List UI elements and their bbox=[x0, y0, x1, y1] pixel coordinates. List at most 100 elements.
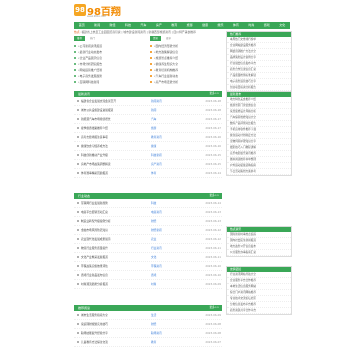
item-category[interactable]: 科技 bbox=[151, 199, 181, 207]
bullet-icon bbox=[77, 118, 79, 120]
list-item[interactable]: 房地产市场政策调整解读 房产资讯 2023-06-15 bbox=[74, 160, 222, 169]
item-title[interactable]: 城市公共设施建设进展报道 bbox=[74, 106, 151, 114]
topbox-tab[interactable]: 更多 bbox=[163, 36, 174, 41]
item-title[interactable]: 健康饮食习惯养成方法 bbox=[74, 142, 151, 150]
list-item[interactable]: 环保政策实施效果评估 环保资讯 2023-06-10 bbox=[74, 262, 222, 271]
list-item[interactable]: 时尚潮流趋势分析报道 时尚 2023-06-09 bbox=[74, 280, 222, 289]
list-item[interactable]: 文化产业繁荣发展报道 文化 2023-06-11 bbox=[74, 253, 222, 262]
item-title[interactable]: 高考志愿填报注意事项 bbox=[74, 133, 151, 141]
nav-item-5[interactable]: 房产 bbox=[151, 22, 166, 29]
list-item[interactable]: 夏季旅游线路推荐介绍 旅游 2023-06-17 bbox=[74, 124, 222, 133]
item-title[interactable]: 房地产市场政策调整解读 bbox=[74, 160, 151, 168]
item-category[interactable]: 新闻 bbox=[151, 106, 181, 114]
item-title[interactable]: 物流行业服务质量提升 bbox=[74, 244, 151, 252]
nav-item-6[interactable]: 教育 bbox=[167, 22, 182, 29]
item-title[interactable]: 游戏行业新品发布信息 bbox=[74, 271, 151, 279]
item-category[interactable]: 电商资讯 bbox=[151, 208, 181, 216]
item-title[interactable]: 夏季旅游线路推荐介绍 bbox=[74, 124, 151, 132]
item-title[interactable]: 金融市场风险防范知识 bbox=[74, 226, 151, 234]
item-title[interactable]: 科技创新推动产业升级 bbox=[74, 151, 151, 159]
list-item[interactable]: 物流行业服务质量提升 行业资讯 2023-06-11 bbox=[74, 244, 222, 253]
item-category[interactable]: 财经 bbox=[151, 320, 181, 328]
list-item[interactable]: 电商平台促销活动汇总 电商资讯 2023-06-13 bbox=[74, 208, 222, 217]
item-title[interactable]: 福建省企业发展交流会议召开 bbox=[74, 97, 151, 105]
item-category[interactable]: 环保资讯 bbox=[151, 262, 181, 270]
sidebar-link[interactable]: 公共服务办事指南汇总 bbox=[227, 250, 291, 256]
topbox-tab[interactable]: 热门 bbox=[87, 36, 98, 41]
topbox-link[interactable]: •房产市场走势分析 bbox=[150, 79, 222, 85]
item-title[interactable]: 电商平台促销活动汇总 bbox=[74, 208, 151, 216]
list-item[interactable]: 金融市场风险防范知识 财经新闻 2023-06-12 bbox=[74, 226, 222, 235]
site-logo[interactable]: 98 98百翔 www.98bx.com bbox=[74, 2, 124, 20]
nav-item-10[interactable]: 体育 bbox=[228, 22, 243, 29]
item-title[interactable]: 互联网行业发展新趋势 bbox=[74, 199, 151, 207]
item-title[interactable]: 文化产业繁荣发展报道 bbox=[74, 253, 151, 261]
item-title[interactable]: 时尚潮流趋势分析报道 bbox=[74, 280, 151, 288]
section-more-link[interactable]: 更多>> bbox=[209, 193, 219, 199]
item-title[interactable]: 环保政策实施效果评估 bbox=[74, 262, 151, 270]
list-item[interactable]: 新能源汽车市场持续增长 汽车 2023-06-17 bbox=[74, 115, 222, 124]
nav-item-11[interactable]: 时尚 bbox=[244, 22, 259, 29]
main-nav: 首页 新闻 财经 科技 汽车 房产 教育 旅游 健康 娱乐 体育 时尚 游戏 文化 bbox=[74, 22, 290, 29]
list-item[interactable]: 互联网行业发展新趋势 科技 2023-06-14 bbox=[74, 199, 222, 208]
list-item[interactable]: 游戏行业新品发布信息 游戏 2023-06-10 bbox=[74, 271, 222, 280]
item-title[interactable]: 儿童教育方法探讨交流 bbox=[74, 338, 151, 346]
item-category[interactable]: 农业 bbox=[151, 235, 181, 243]
list-item[interactable]: 城市生活服务指南大全 生活 2023-06-09 bbox=[74, 311, 222, 320]
item-title[interactable]: 制造业转型升级案例分析 bbox=[74, 217, 151, 225]
item-title[interactable]: 城市生活服务指南大全 bbox=[74, 311, 151, 319]
list-item[interactable]: 儿童教育方法探讨交流 教育 2023-06-07 bbox=[74, 338, 222, 347]
nav-item-12[interactable]: 游戏 bbox=[259, 22, 274, 29]
nav-item-9[interactable]: 娱乐 bbox=[213, 22, 228, 29]
nav-item-13[interactable]: 文化 bbox=[274, 22, 289, 29]
item-category[interactable]: 教育资讯 bbox=[151, 133, 181, 141]
item-category[interactable]: 科技新闻 bbox=[151, 151, 181, 159]
item-category[interactable]: 游戏 bbox=[151, 271, 181, 279]
list-item[interactable]: 高考志愿填报注意事项 教育资讯 2023-06-16 bbox=[74, 133, 222, 142]
list-item[interactable]: 家庭理财规划实用技巧 财经 2023-06-08 bbox=[74, 320, 222, 329]
item-category[interactable]: 汽车 bbox=[151, 115, 181, 123]
sidebar-link[interactable]: 节日活动策划方案参考 bbox=[227, 169, 291, 175]
nav-item-1[interactable]: 新闻 bbox=[89, 22, 104, 29]
item-category[interactable]: 财经 bbox=[151, 217, 181, 225]
item-category[interactable]: 职场资讯 bbox=[151, 329, 181, 337]
topbox-tab[interactable]: 资讯 bbox=[150, 36, 162, 41]
item-category[interactable]: 生活 bbox=[151, 311, 181, 319]
item-category[interactable]: 房产资讯 bbox=[151, 160, 181, 168]
list-item[interactable]: 城市公共设施建设进展报道 新闻 2023-06-18 bbox=[74, 106, 222, 115]
nav-item-3[interactable]: 科技 bbox=[120, 22, 135, 29]
list-item[interactable]: 科技创新推动产业升级 科技新闻 2023-06-15 bbox=[74, 151, 222, 160]
item-title[interactable]: 家庭理财规划实用技巧 bbox=[74, 320, 151, 328]
item-title[interactable]: 体育赛事精彩回顾报道 bbox=[74, 169, 151, 177]
list-item[interactable]: 制造业转型升级案例分析 财经 2023-06-13 bbox=[74, 217, 222, 226]
item-category[interactable]: 新闻资讯 bbox=[151, 97, 181, 105]
nav-item-4[interactable]: 汽车 bbox=[136, 22, 151, 29]
item-category[interactable]: 文化 bbox=[151, 253, 181, 261]
item-category[interactable]: 行业资讯 bbox=[151, 244, 181, 252]
item-title[interactable]: 新能源汽车市场持续增长 bbox=[74, 115, 151, 123]
item-category[interactable]: 教育 bbox=[151, 338, 181, 346]
ticker-text[interactable]: 福建省上杭县工业园区招商引资 | 城市建设新闻资讯 | 新疆西部旅游资讯 | 四… bbox=[81, 30, 195, 34]
item-category[interactable]: 体育 bbox=[151, 169, 181, 177]
item-title[interactable]: 农业现代化发展成果展示 bbox=[74, 235, 151, 243]
item-date: 2023-06-17 bbox=[205, 117, 221, 121]
nav-item-7[interactable]: 旅游 bbox=[182, 22, 197, 29]
nav-item-2[interactable]: 财经 bbox=[105, 22, 120, 29]
item-category[interactable]: 健康 bbox=[151, 142, 181, 150]
list-item[interactable]: 体育赛事精彩回顾报道 体育 2023-06-14 bbox=[74, 169, 222, 178]
topbox-link[interactable]: •互联网科技新闻 bbox=[74, 79, 146, 85]
topbox-tab[interactable]: 推荐 bbox=[74, 36, 86, 41]
section-more-link[interactable]: 更多>> bbox=[209, 91, 219, 97]
item-category[interactable]: 旅游 bbox=[151, 124, 181, 132]
list-item[interactable]: 职场技能提升经验分享 职场资讯 2023-06-08 bbox=[74, 329, 222, 338]
nav-item-8[interactable]: 健康 bbox=[197, 22, 212, 29]
nav-item-0[interactable]: 首页 bbox=[74, 22, 89, 29]
item-category[interactable]: 时尚 bbox=[151, 280, 181, 288]
list-item[interactable]: 福建省企业发展交流会议召开 新闻资讯 2023-06-18 bbox=[74, 97, 222, 106]
sidebar-link[interactable]: 商务资源共享合作平台 bbox=[227, 308, 291, 314]
list-item[interactable]: 农业现代化发展成果展示 农业 2023-06-12 bbox=[74, 235, 222, 244]
item-category[interactable]: 财经新闻 bbox=[151, 226, 181, 234]
item-title[interactable]: 职场技能提升经验分享 bbox=[74, 329, 151, 337]
section-more-link[interactable]: 更多>> bbox=[209, 305, 219, 311]
list-item[interactable]: 健康饮食习惯养成方法 健康 2023-06-16 bbox=[74, 142, 222, 151]
